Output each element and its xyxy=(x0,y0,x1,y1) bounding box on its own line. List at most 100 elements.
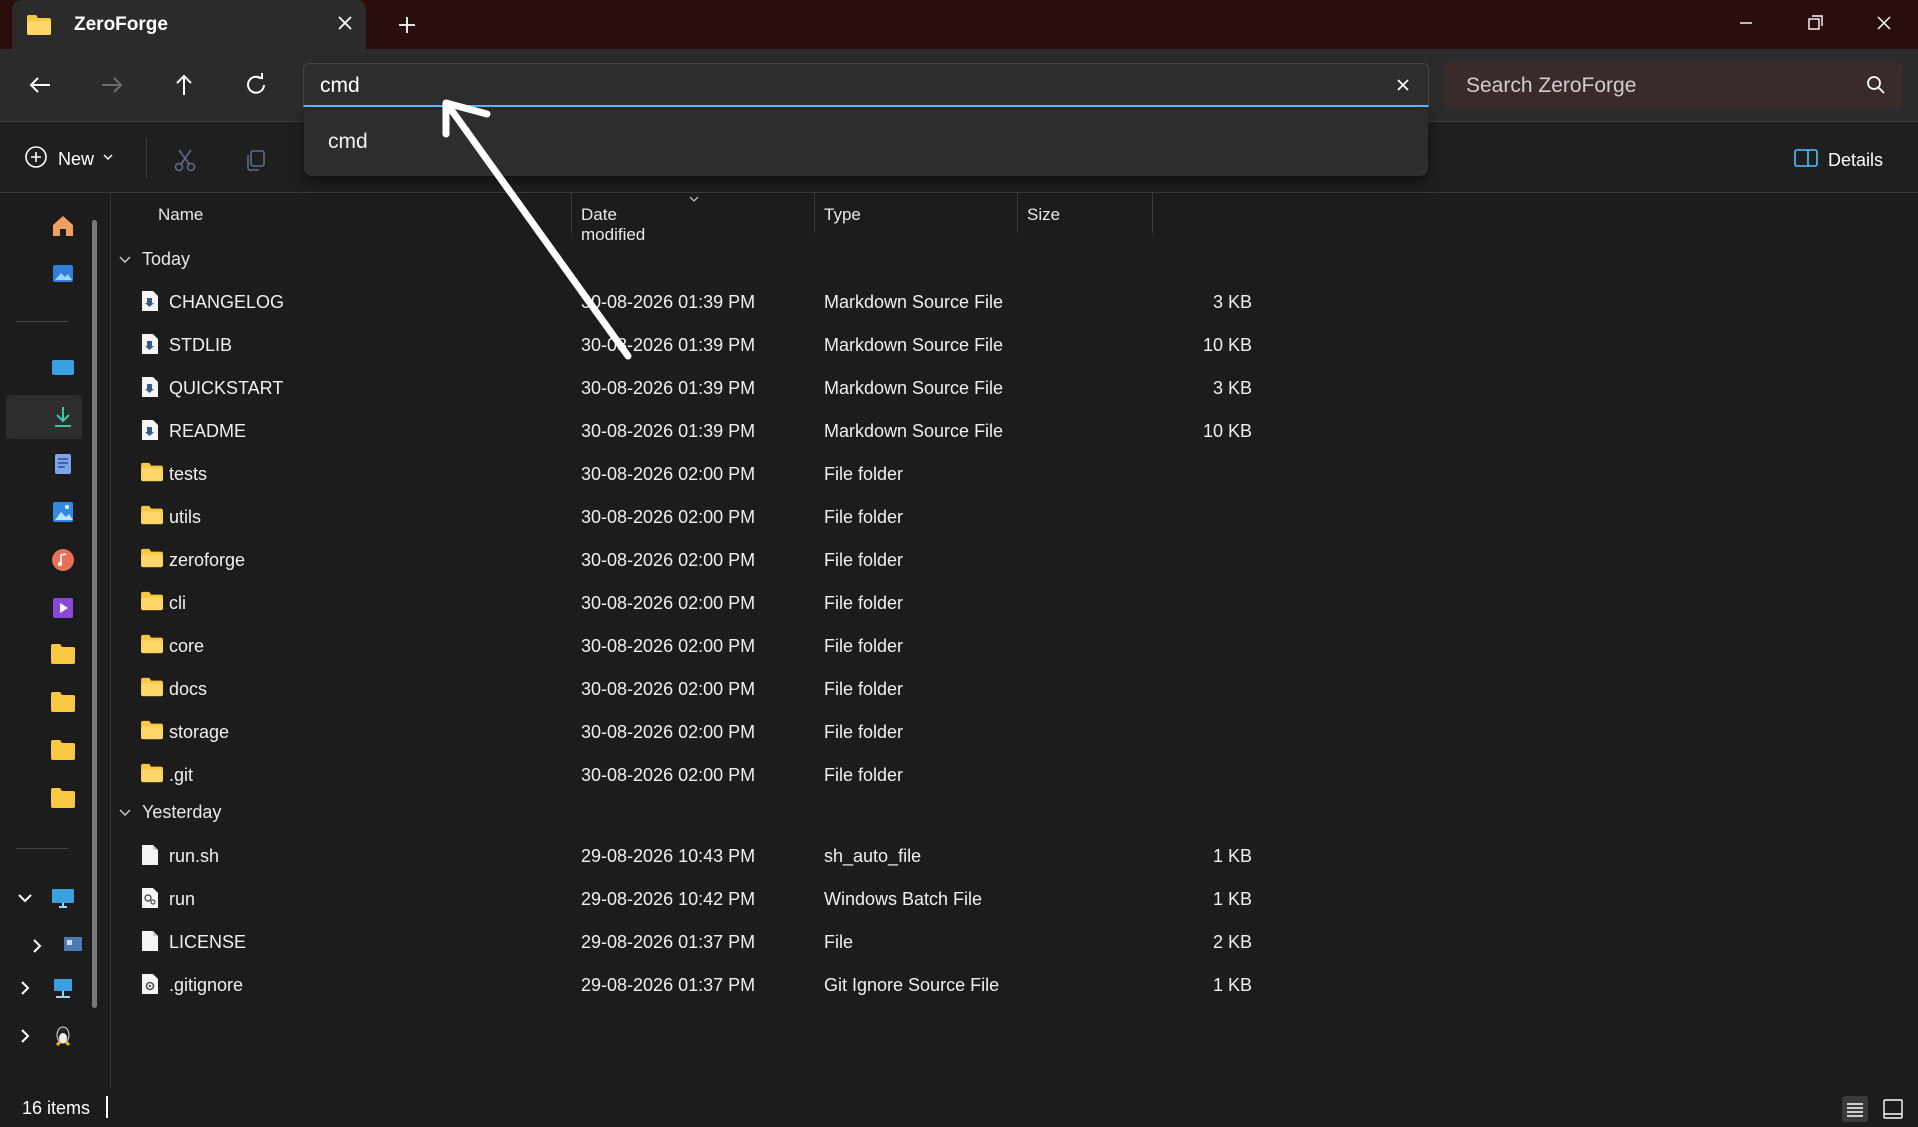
markdown-file-icon xyxy=(140,290,160,317)
file-date: 30-08-2026 02:00 PM xyxy=(581,464,756,484)
file-name: CHANGELOG xyxy=(169,292,285,312)
file-row[interactable]: QUICKSTART 30-08-2026 01:39 PM Markdown So… xyxy=(110,366,1252,409)
folder-icon[interactable] xyxy=(50,691,76,717)
downloads-icon[interactable] xyxy=(50,404,76,430)
file-row[interactable]: core 30-08-2026 02:00 PM File folder xyxy=(110,624,1150,667)
file-name: zeroforge xyxy=(169,550,246,570)
file-size: 1 KB xyxy=(1212,889,1252,909)
file-name: .git xyxy=(169,765,194,785)
documents-icon[interactable] xyxy=(50,451,76,477)
file-date: 30-08-2026 02:00 PM xyxy=(581,550,756,570)
close-window-icon[interactable] xyxy=(1864,8,1904,38)
address-input[interactable] xyxy=(318,70,1342,102)
column-divider[interactable] xyxy=(1017,193,1018,233)
file-date: 30-08-2026 01:39 PM xyxy=(581,378,756,398)
copy-icon[interactable] xyxy=(242,146,270,174)
folder-icon xyxy=(140,462,164,487)
title-bar: ZeroForge xyxy=(0,0,1918,50)
file-row[interactable]: run.sh 29-08-2026 10:43 PM sh_auto_file 1 K… xyxy=(110,834,1252,877)
file-row[interactable]: docs 30-08-2026 02:00 PM File folder xyxy=(110,667,1150,710)
file-type: sh_auto_file xyxy=(824,846,922,866)
group-header-today[interactable]: Today xyxy=(118,249,190,270)
file-size: 3 KB xyxy=(1212,292,1252,312)
refresh-icon[interactable] xyxy=(238,67,274,103)
file-row[interactable]: cli 30-08-2026 02:00 PM File folder xyxy=(110,581,1150,624)
search-input[interactable] xyxy=(1464,70,1848,102)
restore-icon[interactable] xyxy=(1795,8,1835,38)
new-label: New xyxy=(58,148,95,169)
file-row[interactable]: STDLIB 30-08-2026 01:39 PM Markdown Source… xyxy=(110,323,1252,366)
gallery-icon[interactable] xyxy=(50,260,76,286)
file-type: Markdown Source File xyxy=(824,335,1004,355)
file-name: core xyxy=(169,636,205,656)
toolbar-divider xyxy=(146,138,147,178)
folder-icon[interactable] xyxy=(50,739,76,765)
file-date: 29-08-2026 10:43 PM xyxy=(581,846,756,866)
pictures-icon[interactable] xyxy=(50,499,76,525)
details-pane-icon xyxy=(1794,148,1818,173)
file-row[interactable]: LICENSE 29-08-2026 01:37 PM File 2 KB xyxy=(110,920,1252,963)
tiles-view-icon[interactable] xyxy=(1880,1096,1906,1122)
file-date: 29-08-2026 01:37 PM xyxy=(581,932,756,952)
text-cursor xyxy=(106,1096,108,1118)
details-button[interactable]: Details xyxy=(1794,148,1883,173)
file-row[interactable]: .gitignore 29-08-2026 01:37 PM Git Ignore … xyxy=(110,963,1252,1006)
file-row[interactable]: storage 30-08-2026 02:00 PM File folder xyxy=(110,710,1150,753)
folder-icon xyxy=(140,720,164,745)
suggestion-item[interactable]: cmd xyxy=(328,130,368,154)
home-icon[interactable] xyxy=(50,213,76,239)
file-row[interactable]: run 29-08-2026 10:42 PM Windows Batch File… xyxy=(110,877,1252,920)
drive-icon[interactable] xyxy=(62,933,88,959)
this-pc-icon[interactable] xyxy=(50,885,76,911)
close-tab-icon[interactable] xyxy=(332,10,358,36)
up-icon[interactable] xyxy=(166,67,202,103)
network-icon[interactable] xyxy=(50,975,76,1001)
chevron-right-icon[interactable] xyxy=(17,1028,33,1044)
search-box[interactable] xyxy=(1444,62,1903,108)
chevron-right-icon[interactable] xyxy=(29,938,45,954)
chevron-right-icon[interactable] xyxy=(17,980,33,996)
file-type: File folder xyxy=(824,464,904,484)
file-row[interactable]: README 30-08-2026 01:39 PM Markdown Source… xyxy=(110,409,1252,452)
folder-icon xyxy=(140,677,164,702)
videos-icon[interactable] xyxy=(50,595,76,621)
linux-icon[interactable] xyxy=(50,1023,76,1049)
group-header-yesterday[interactable]: Yesterday xyxy=(118,802,221,823)
chevron-down-icon[interactable] xyxy=(17,890,33,906)
folder-icon[interactable] xyxy=(50,643,76,669)
address-bar[interactable] xyxy=(303,63,1429,107)
settings-file-icon xyxy=(140,973,160,1000)
music-icon[interactable] xyxy=(50,547,76,573)
back-icon[interactable] xyxy=(22,67,58,103)
tab-title: ZeroForge xyxy=(74,14,168,35)
new-button[interactable]: New xyxy=(24,144,114,174)
desktop-icon[interactable] xyxy=(50,355,76,381)
column-divider[interactable] xyxy=(1152,193,1153,233)
file-size: 1 KB xyxy=(1212,846,1252,866)
new-tab-icon[interactable] xyxy=(392,10,422,40)
plus-circle-icon xyxy=(24,145,48,174)
clear-icon[interactable] xyxy=(1390,72,1416,98)
search-icon[interactable] xyxy=(1865,74,1887,101)
group-label: Today xyxy=(142,249,191,269)
details-view-icon[interactable] xyxy=(1842,1096,1868,1122)
file-row[interactable]: zeroforge 30-08-2026 02:00 PM File folder xyxy=(110,538,1150,581)
forward-icon[interactable] xyxy=(94,67,130,103)
status-bar: 16 items xyxy=(0,1088,1918,1123)
file-name: cli xyxy=(169,593,186,613)
file-name: tests xyxy=(169,464,208,484)
file-name: run.sh xyxy=(169,846,220,866)
column-divider[interactable] xyxy=(814,193,815,233)
cut-icon[interactable] xyxy=(171,146,199,174)
file-row[interactable]: .git 30-08-2026 02:00 PM File folder xyxy=(110,753,1150,796)
folder-icon[interactable] xyxy=(50,787,76,813)
sort-chevron-icon xyxy=(688,189,700,209)
file-row[interactable]: utils 30-08-2026 02:00 PM File folder xyxy=(110,495,1150,538)
file-row[interactable]: CHANGELOG 30-08-2026 01:39 PM Markdown Sou… xyxy=(110,280,1252,323)
tab-zeroforge[interactable]: ZeroForge xyxy=(12,0,366,50)
file-date: 29-08-2026 10:42 PM xyxy=(581,889,756,909)
file-row[interactable]: tests 30-08-2026 02:00 PM File folder xyxy=(110,452,1150,495)
sidebar-scrollbar[interactable] xyxy=(92,220,97,1008)
column-divider[interactable] xyxy=(571,193,572,233)
minimize-icon[interactable] xyxy=(1726,8,1766,38)
